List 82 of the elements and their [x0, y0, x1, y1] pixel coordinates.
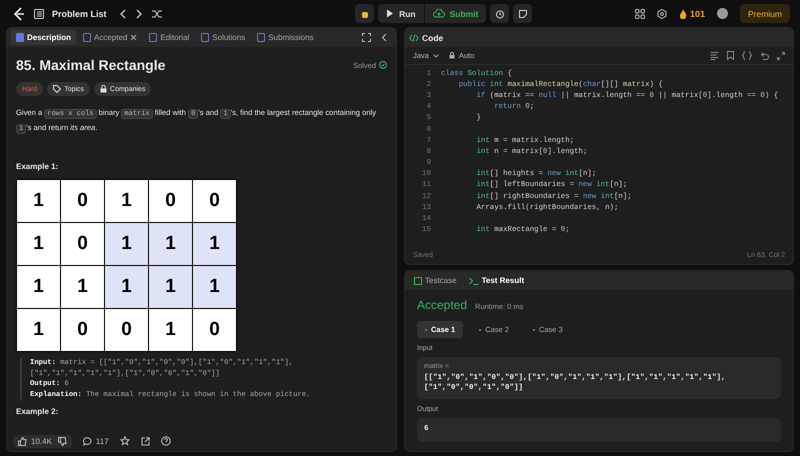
submit-button[interactable]: Submit — [424, 4, 486, 23]
matrix-cell: 1 — [61, 266, 104, 308]
help-icon[interactable] — [160, 436, 171, 446]
matrix-cell: 0 — [61, 309, 104, 351]
example-heading: Example 2: — [16, 407, 60, 416]
panel-tab[interactable]: Solutions — [196, 30, 250, 45]
problem-title: 85. Maximal Rectangle — [16, 57, 166, 73]
matrix-cell: 1 — [149, 266, 192, 308]
next-icon[interactable] — [134, 8, 143, 18]
note-icon — [518, 8, 528, 18]
example-heading: Example 1: — [16, 162, 60, 171]
lock-icon — [448, 52, 455, 59]
tab-icon — [201, 33, 210, 42]
notes-button[interactable] — [513, 4, 532, 23]
matrix-cell: 1 — [17, 223, 60, 265]
braces-icon[interactable] — [742, 51, 752, 60]
matrix-cell: 1 — [193, 223, 236, 265]
tag-icon — [53, 85, 62, 93]
matrix-cell: 0 — [149, 180, 192, 222]
streak-count: 101 — [690, 8, 705, 18]
problem-list-link[interactable]: Problem List — [52, 8, 107, 18]
thumbs-up-icon — [18, 436, 27, 446]
logo-icon[interactable] — [12, 6, 26, 20]
collapse-icon[interactable] — [381, 33, 388, 42]
maximize-icon[interactable] — [362, 33, 371, 42]
thumbs-down-icon[interactable] — [58, 436, 67, 446]
comments-button[interactable]: 117 — [82, 436, 109, 446]
panel-tab[interactable]: Testcase — [409, 273, 462, 288]
run-button[interactable]: Run — [378, 4, 424, 23]
star-icon[interactable] — [120, 436, 130, 446]
shuffle-icon[interactable] — [150, 8, 163, 18]
bookmark-icon[interactable] — [727, 51, 734, 60]
panel-tab[interactable]: Description — [11, 30, 76, 45]
debug-button[interactable] — [355, 4, 374, 23]
format-icon[interactable] — [710, 51, 719, 60]
play-icon — [386, 9, 394, 18]
premium-button[interactable]: Premium — [740, 4, 790, 23]
matrix-cell: 1 — [149, 309, 192, 351]
tab-icon — [83, 33, 92, 42]
previous-icon[interactable] — [118, 8, 127, 18]
like-button[interactable]: 10.4K — [18, 436, 52, 446]
matrix-cell: 0 — [105, 309, 148, 351]
expand-icon[interactable] — [777, 52, 785, 60]
close-icon[interactable] — [130, 34, 138, 41]
checkbox-icon — [414, 276, 422, 284]
matrix-cell: 0 — [193, 309, 236, 351]
matrix-cell: 0 — [193, 180, 236, 222]
terminal-icon — [468, 276, 479, 284]
grid-icon[interactable] — [634, 8, 645, 18]
matrix-cell: 1 — [105, 180, 148, 222]
matrix-cell: 1 — [105, 223, 148, 265]
matrix-cell: 1 — [193, 266, 236, 308]
tab-icon — [257, 33, 266, 42]
tab-icon — [16, 33, 24, 42]
panel-tab[interactable]: Test Result — [464, 273, 530, 288]
panel-title: Code — [422, 32, 444, 42]
matrix-cell: 1 — [17, 309, 60, 351]
lock-icon — [100, 85, 108, 93]
tab-icon — [149, 33, 158, 42]
timer-button[interactable] — [490, 4, 510, 23]
matrix-cell: 1 — [105, 266, 148, 308]
cloud-upload-icon — [432, 9, 445, 18]
check-circle-icon — [379, 61, 387, 69]
settings-icon[interactable] — [656, 8, 667, 18]
panel-tab[interactable]: Editorial — [144, 30, 194, 45]
matrix-cell: 1 — [17, 266, 60, 308]
code-icon — [409, 34, 419, 42]
panel-tab[interactable]: Submissions — [252, 30, 319, 45]
matrix-cell: 0 — [61, 180, 104, 222]
list-icon — [34, 8, 44, 18]
comment-icon — [82, 436, 92, 446]
panel-tab[interactable]: Accepted — [78, 30, 142, 45]
alarm-clock-icon — [494, 8, 505, 18]
matrix-cell: 1 — [17, 180, 60, 222]
undo-icon[interactable] — [760, 51, 769, 60]
matrix-cell: 1 — [149, 223, 192, 265]
chevron-down-icon — [432, 54, 439, 58]
share-icon[interactable] — [140, 436, 150, 446]
flame-icon — [678, 8, 687, 18]
avatar[interactable] — [716, 8, 728, 19]
matrix-cell: 0 — [61, 223, 104, 265]
verdict: Accepted — [417, 298, 468, 312]
